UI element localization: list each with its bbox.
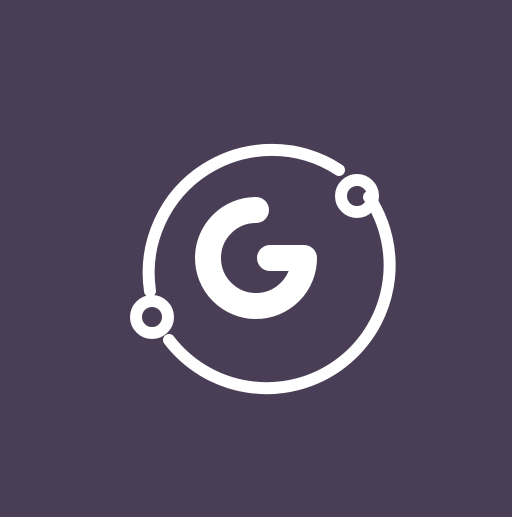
logo-background: [0, 0, 512, 512]
app-icon-canvas: [0, 0, 512, 512]
g-orbit-logo-icon: [0, 0, 512, 512]
